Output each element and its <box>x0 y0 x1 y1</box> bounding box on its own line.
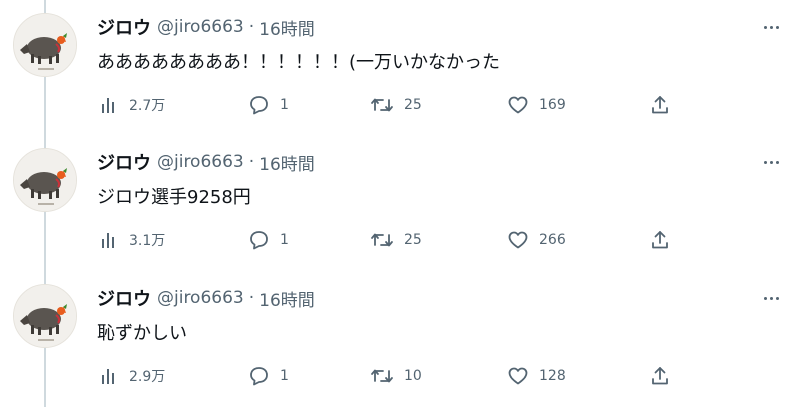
reply-button[interactable]: 1 <box>248 227 289 253</box>
heart-icon <box>508 96 528 114</box>
reply-button[interactable]: 1 <box>248 363 289 389</box>
like-count: 169 <box>539 97 566 113</box>
share-button[interactable] <box>650 363 670 389</box>
user-handle[interactable]: @jiro6663 <box>157 288 244 308</box>
tweet-header: ジロウ @jiro6663 · 16時間 <box>97 285 315 311</box>
like-button[interactable]: 169 <box>507 92 566 118</box>
tweet[interactable]: ジロウ @jiro6663 · 16時間 ジロウ選手9258円 3.1万 1 2… <box>0 135 800 271</box>
tweet-text: 恥ずかしい <box>97 323 187 344</box>
views-icon <box>102 98 114 113</box>
avatar[interactable] <box>13 13 77 77</box>
display-name[interactable]: ジロウ <box>97 285 151 311</box>
reply-icon <box>250 231 268 250</box>
timestamp[interactable]: 16時間 <box>259 15 315 40</box>
like-button[interactable]: 128 <box>507 363 566 389</box>
user-handle[interactable]: @jiro6663 <box>157 152 244 172</box>
like-count: 128 <box>539 368 566 384</box>
reply-button[interactable]: 1 <box>248 92 289 118</box>
more-dots-icon <box>763 160 767 164</box>
timestamp[interactable]: 16時間 <box>259 286 315 311</box>
share-button[interactable] <box>650 92 670 118</box>
views-button[interactable]: 2.9万 <box>99 363 165 389</box>
separator: · <box>248 152 255 172</box>
heart-icon <box>508 231 528 249</box>
views-icon <box>102 369 114 384</box>
tweet[interactable]: ジロウ @jiro6663 · 16時間 恥ずかしい 2.9万 1 10 128 <box>0 271 800 407</box>
more-dots-icon <box>763 296 767 300</box>
retweet-count: 10 <box>404 368 422 384</box>
reply-icon <box>250 96 268 115</box>
views-count: 2.9万 <box>129 369 166 385</box>
retweet-icon <box>371 233 393 247</box>
reply-icon <box>250 367 268 386</box>
separator: · <box>248 288 255 308</box>
action-bar: 2.9万 1 10 128 <box>0 363 800 389</box>
share-button[interactable] <box>650 227 670 253</box>
reply-count: 1 <box>280 368 289 384</box>
retweet-icon <box>371 369 393 383</box>
boar-illustration-icon <box>14 285 76 347</box>
views-count: 3.1万 <box>129 233 166 249</box>
tweet-header: ジロウ @jiro6663 · 16時間 <box>97 149 315 175</box>
boar-illustration-icon <box>14 14 76 76</box>
avatar[interactable] <box>13 148 77 212</box>
action-bar: 3.1万 1 25 266 <box>0 227 800 253</box>
boar-illustration-icon <box>14 149 76 211</box>
tweet-header: ジロウ @jiro6663 · 16時間 <box>97 14 315 40</box>
share-icon <box>652 231 668 249</box>
share-icon <box>652 96 668 114</box>
views-button[interactable]: 3.1万 <box>99 227 165 253</box>
share-icon <box>652 367 668 385</box>
tweet[interactable]: ジロウ @jiro6663 · 16時間 ああああああああ！！！！！！(一万いか… <box>0 0 800 136</box>
reply-count: 1 <box>280 97 289 113</box>
separator: · <box>248 17 255 37</box>
retweet-button[interactable]: 25 <box>370 227 422 253</box>
views-button[interactable]: 2.7万 <box>99 92 165 118</box>
views-count: 2.7万 <box>129 98 166 114</box>
action-bar: 2.7万 1 25 169 <box>0 92 800 118</box>
like-count: 266 <box>539 232 566 248</box>
retweet-button[interactable]: 10 <box>370 363 422 389</box>
tweet-text: ああああああああ！！！！！！(一万いかなかった <box>97 52 501 73</box>
more-dots-icon <box>763 25 767 29</box>
user-handle[interactable]: @jiro6663 <box>157 17 244 37</box>
retweet-count: 25 <box>404 232 422 248</box>
reply-count: 1 <box>280 232 289 248</box>
timestamp[interactable]: 16時間 <box>259 150 315 175</box>
heart-icon <box>508 367 528 385</box>
retweet-button[interactable]: 25 <box>370 92 422 118</box>
more-button[interactable] <box>757 151 785 173</box>
like-button[interactable]: 266 <box>507 227 566 253</box>
display-name[interactable]: ジロウ <box>97 14 151 40</box>
avatar[interactable] <box>13 284 77 348</box>
display-name[interactable]: ジロウ <box>97 149 151 175</box>
retweet-count: 25 <box>404 97 422 113</box>
more-button[interactable] <box>757 16 785 38</box>
retweet-icon <box>371 98 393 112</box>
tweet-text: ジロウ選手9258円 <box>97 187 251 208</box>
more-button[interactable] <box>757 287 785 309</box>
views-icon <box>102 233 114 248</box>
